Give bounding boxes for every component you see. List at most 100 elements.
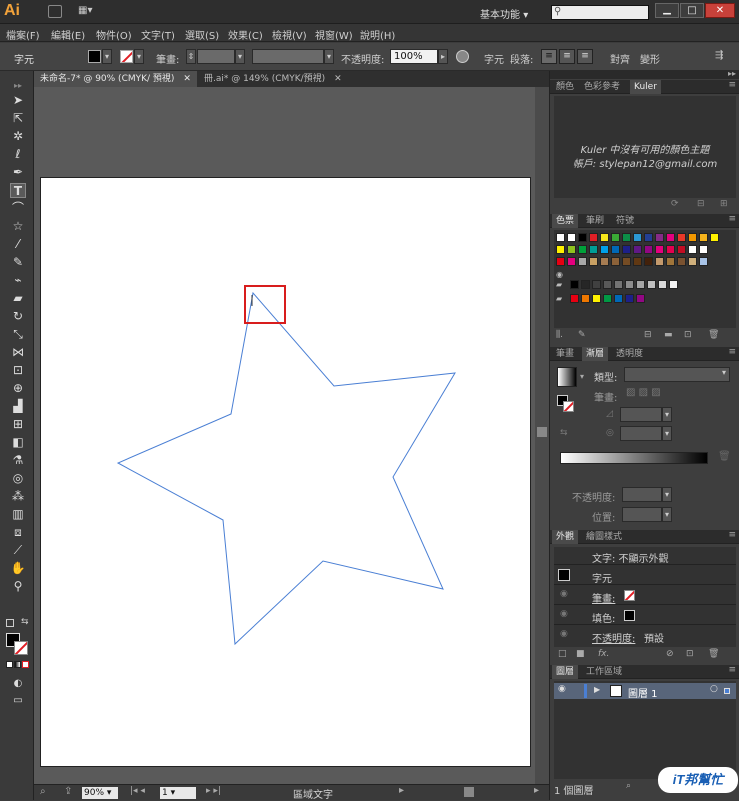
menu-help[interactable]: 說明(H) <box>360 27 395 42</box>
panel-menu-icon[interactable]: ≡ <box>728 347 736 357</box>
stroke-weight-dropdown[interactable]: ▾ <box>235 49 245 64</box>
close-icon[interactable]: ✕ <box>334 74 342 84</box>
rotate-tool-icon[interactable]: ↻ <box>10 309 26 324</box>
variable-width-profile[interactable] <box>252 49 324 64</box>
gradient-slider[interactable] <box>560 452 708 464</box>
tab-graphic-styles[interactable]: 繪圖樣式 <box>582 530 626 544</box>
fill-swatch[interactable] <box>88 50 101 63</box>
profile-dropdown[interactable]: ▾ <box>324 49 334 64</box>
selection-tool-icon[interactable]: ➤ <box>10 93 26 108</box>
color-swatch[interactable] <box>625 280 634 289</box>
star-tool-icon[interactable]: ☆ <box>10 219 26 234</box>
workspace-switcher[interactable]: 基本功能 ▾ <box>480 6 528 21</box>
color-swatch[interactable] <box>567 257 576 266</box>
graph-tool-icon[interactable]: ▥ <box>10 507 26 522</box>
menu-object[interactable]: 物件(O) <box>96 27 132 42</box>
color-swatch[interactable] <box>611 245 620 254</box>
color-swatch[interactable] <box>655 257 664 266</box>
color-swatch[interactable] <box>603 280 612 289</box>
gradient-type-select[interactable]: ▾ <box>624 367 730 382</box>
type-tool-icon[interactable]: T <box>10 183 26 198</box>
appearance-row-stroke[interactable]: ◉ 筆畫: <box>554 586 736 605</box>
color-swatch[interactable] <box>589 245 598 254</box>
stroke-row-swatch[interactable] <box>624 590 635 601</box>
color-swatch[interactable] <box>669 280 678 289</box>
fill-dropdown[interactable]: ▾ <box>102 49 112 64</box>
gradient-opacity-input[interactable] <box>622 487 662 502</box>
selection-indicator[interactable] <box>724 688 730 694</box>
position-dropdown[interactable]: ▾ <box>662 507 672 522</box>
gradient-stroke-icon[interactable] <box>563 401 574 412</box>
stroke-swatch[interactable] <box>120 50 133 63</box>
magic-wand-tool-icon[interactable]: ✲ <box>10 129 26 144</box>
swatch-options-icon[interactable]: ⊟ <box>644 330 652 340</box>
chevron-down-icon[interactable]: ▾ <box>580 372 584 381</box>
gradient-preview[interactable] <box>557 367 577 387</box>
panel-menu-icon[interactable]: ≡ <box>728 665 736 675</box>
tab-color-guide[interactable]: 色彩參考 <box>580 80 624 94</box>
color-swatch[interactable] <box>622 233 631 242</box>
artboard[interactable] <box>40 177 531 767</box>
list-icon[interactable]: ⊟ <box>697 199 705 209</box>
visibility-eye-icon[interactable]: ◉ <box>560 589 568 599</box>
toolbox-grip-icon[interactable]: ▸▸ <box>10 78 26 93</box>
color-swatch[interactable] <box>636 280 645 289</box>
next-page-icon[interactable]: ▸ ▸| <box>206 786 221 796</box>
folder-icon[interactable]: ▰ <box>556 280 562 289</box>
panel-menu-icon[interactable]: ≡ <box>728 80 736 90</box>
color-swatch[interactable] <box>578 233 587 242</box>
color-swatch[interactable] <box>567 233 576 242</box>
menu-type[interactable]: 文字(T) <box>141 27 175 42</box>
tab-symbols[interactable]: 符號 <box>612 214 638 228</box>
target-icon[interactable]: ○ <box>710 684 718 694</box>
color-swatch[interactable] <box>636 294 645 303</box>
color-swatch[interactable] <box>644 257 653 266</box>
current-tool-status[interactable]: 區域文字 <box>293 786 333 801</box>
duplicate-icon[interactable]: ⊡ <box>686 649 694 659</box>
tab-kuler[interactable]: Kuler <box>630 80 661 94</box>
color-swatch[interactable] <box>658 280 667 289</box>
stroke-row-label[interactable]: 筆畫: <box>592 590 615 605</box>
color-swatch[interactable] <box>666 233 675 242</box>
artboard-tool-icon[interactable]: ⧈ <box>10 525 26 540</box>
menu-view[interactable]: 檢視(V) <box>272 27 307 42</box>
tab-gradient[interactable]: 漸層 <box>582 347 609 361</box>
aspect-ratio-input[interactable] <box>620 426 662 441</box>
locate-object-icon[interactable]: ⌕ <box>626 781 631 791</box>
color-swatch[interactable] <box>589 257 598 266</box>
opacity-label[interactable]: 不透明度: <box>341 51 384 66</box>
open-kuler-icon[interactable]: ⊞ <box>720 199 728 209</box>
tab-document-2[interactable]: 冊.ai* @ 149% (CMYK/預視) ✕ <box>198 71 348 87</box>
close-icon[interactable]: ✕ <box>183 74 191 84</box>
menu-window[interactable]: 視窗(W) <box>315 27 353 42</box>
new-group-icon[interactable]: ▬ <box>664 330 673 340</box>
free-transform-tool-icon[interactable]: ⊡ <box>10 363 26 378</box>
minimize-button[interactable]: ▁ <box>655 3 679 18</box>
color-swatch[interactable] <box>710 233 719 242</box>
color-swatch[interactable] <box>611 257 620 266</box>
add-stroke-icon[interactable]: □ <box>558 649 567 659</box>
blend-tool-icon[interactable]: ◎ <box>10 471 26 486</box>
appearance-row-character[interactable]: 字元 <box>554 566 736 585</box>
line-tool-icon[interactable]: ⌒ <box>10 201 26 216</box>
paragraph-link[interactable]: 段落: <box>510 51 533 66</box>
color-swatch[interactable] <box>633 257 642 266</box>
folder-icon[interactable]: ▰ <box>556 294 562 303</box>
layer-row[interactable]: ◉ ▶ 圖層 1 ○ <box>554 683 736 700</box>
color-swatch[interactable] <box>600 257 609 266</box>
appearance-row-fill[interactable]: ◉ 填色: <box>554 606 736 625</box>
appearance-row-opacity[interactable]: ◉ 不透明度: 預設 <box>554 626 736 645</box>
show-kinds-icon[interactable]: ✎ <box>578 330 586 340</box>
tab-color[interactable]: 顏色 <box>552 80 578 94</box>
page-select[interactable]: 1 ▾ <box>160 787 196 799</box>
reverse-gradient-icon[interactable]: ⇆ <box>560 428 568 438</box>
direct-selection-tool-icon[interactable]: ⇱ <box>10 111 26 126</box>
share-icon[interactable]: ⇪ <box>64 786 72 797</box>
color-swatch[interactable] <box>592 280 601 289</box>
new-swatch-icon[interactable]: ⊡ <box>684 330 692 340</box>
visibility-eye-icon[interactable]: ◉ <box>558 684 566 694</box>
first-page-icon[interactable]: |◂ ◂ <box>130 786 145 796</box>
maximize-button[interactable]: □ <box>680 3 704 18</box>
color-swatch[interactable] <box>688 257 697 266</box>
color-swatch[interactable] <box>677 245 686 254</box>
